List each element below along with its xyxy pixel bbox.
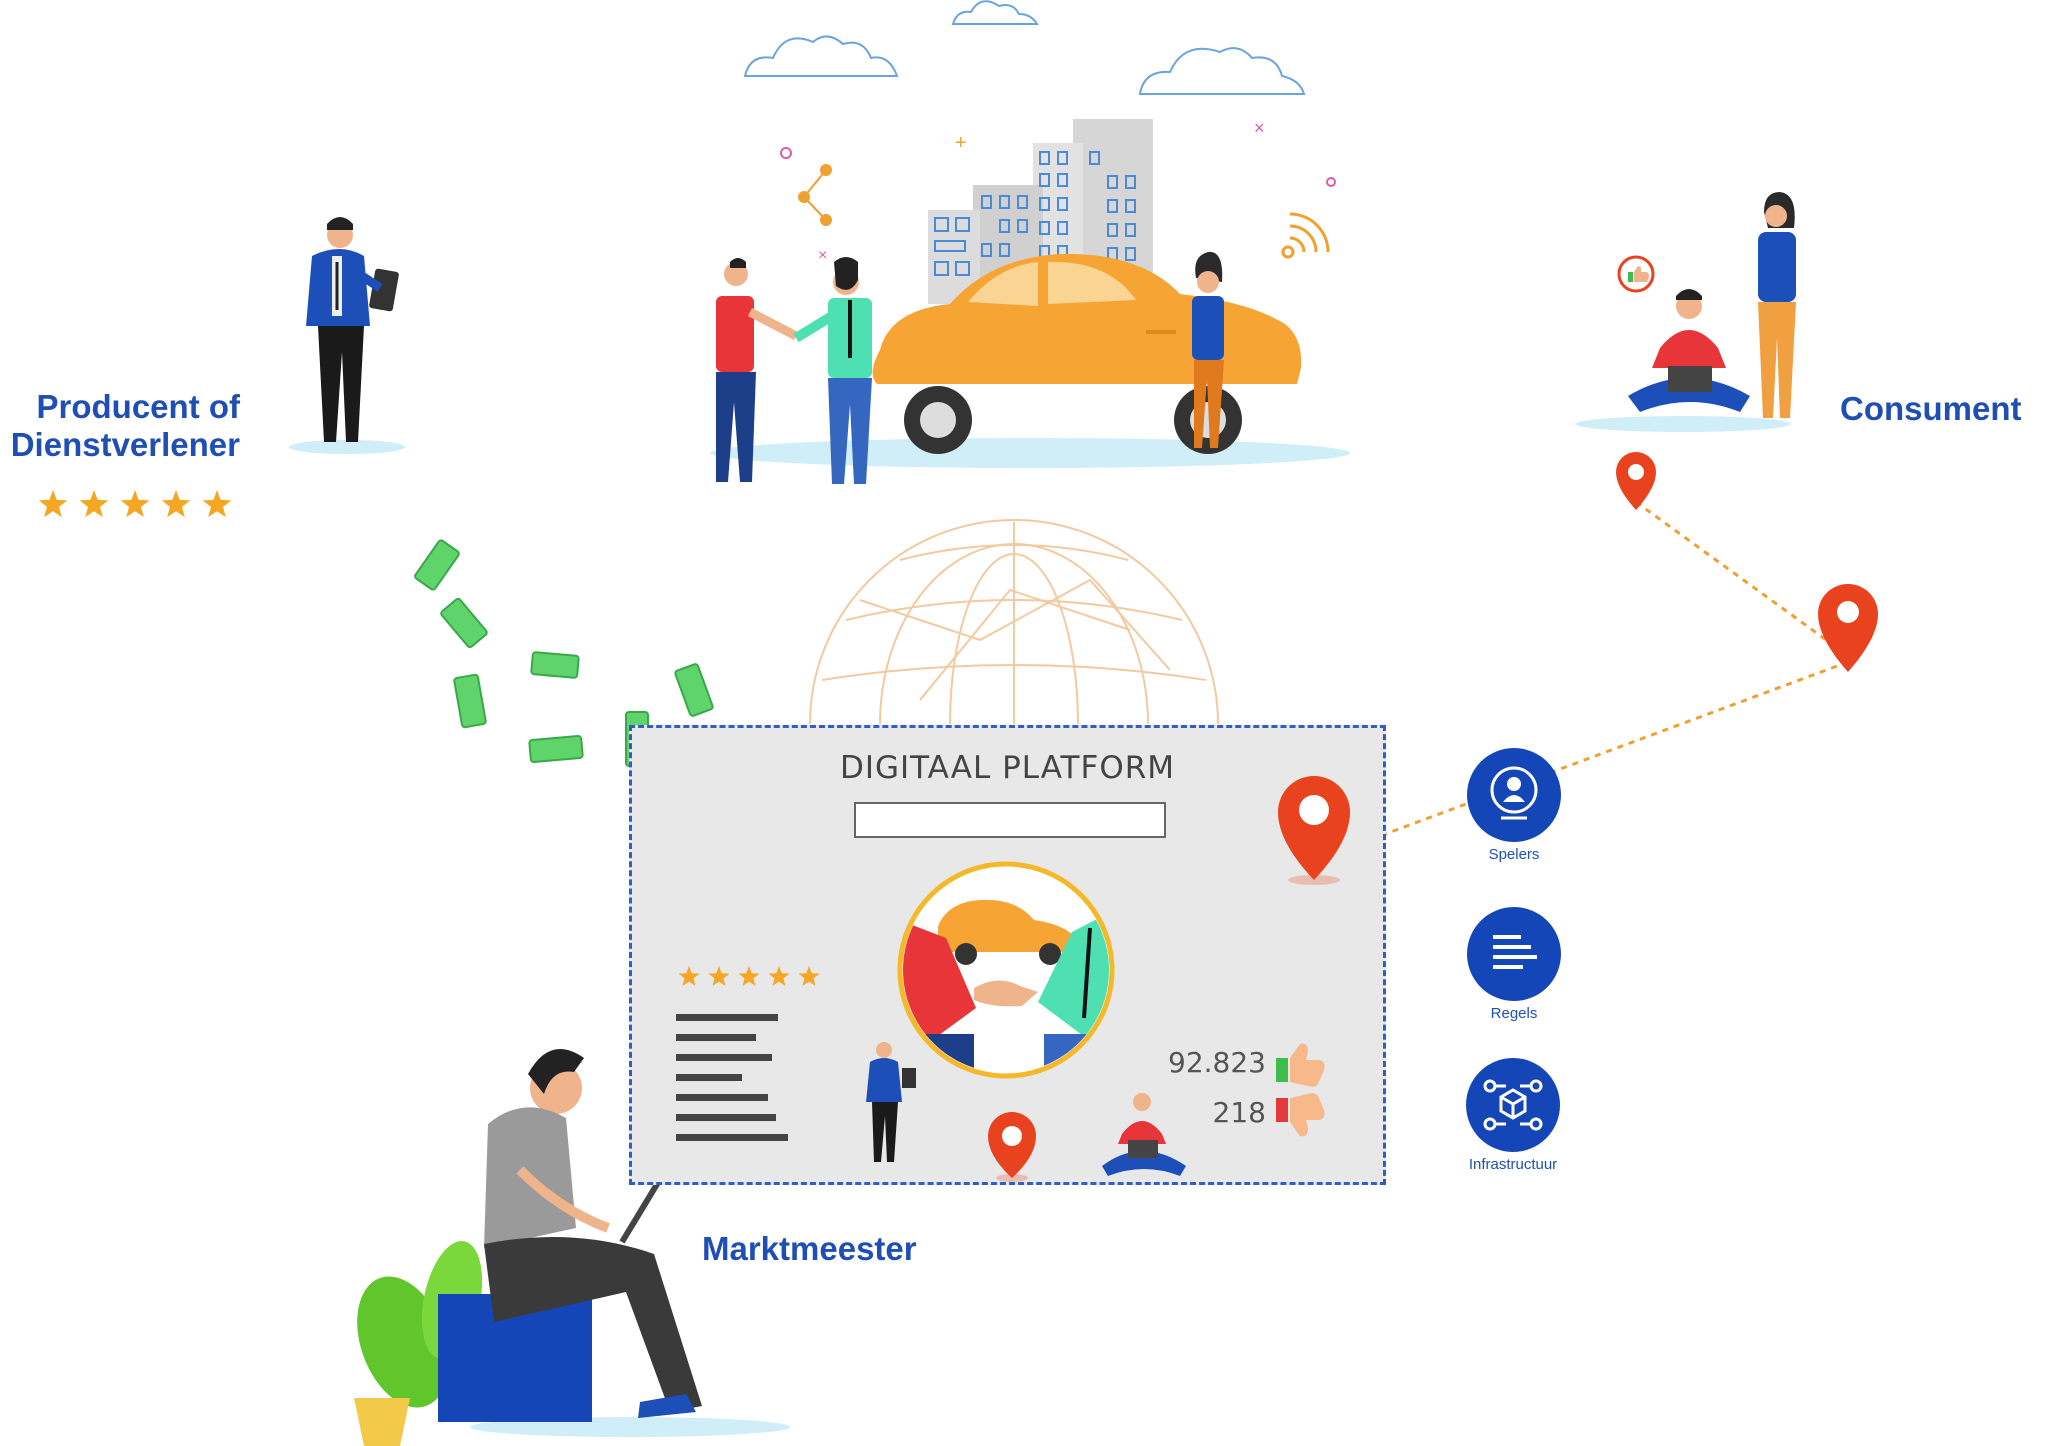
rules-icon (1493, 935, 1537, 969)
producer-mini-figure (866, 1042, 916, 1162)
pillar-button-regels[interactable] (1467, 907, 1561, 1001)
star-icon (38, 490, 68, 518)
star-icon (161, 490, 191, 518)
scene-illustration: + × × (289, 0, 1878, 1446)
star-icon (738, 966, 760, 986)
star-icon (708, 966, 730, 986)
location-pin-icon (1278, 776, 1350, 885)
star-icon (120, 490, 150, 518)
platform-panel: DIGITAAL PLATFORM 92.823 218 (629, 725, 1386, 1185)
producer-label-line2: Dienstverlener (10, 425, 240, 463)
cloud (1138, 47, 1306, 95)
infrastructure-icon (1483, 1079, 1543, 1131)
star-rating (38, 490, 232, 518)
star-rating (678, 966, 820, 986)
text-lines-icon (676, 1014, 788, 1141)
route-line (1309, 500, 1849, 864)
pillar-button-infrastructuur[interactable] (1466, 1058, 1560, 1152)
marketmaster-label: Marktmeester (702, 1230, 917, 1267)
producer-label-line1: Producent of (36, 388, 241, 425)
producer-figure (306, 217, 399, 442)
producer-label: Producent of Dienstverlener (10, 388, 240, 464)
consumer-label: Consument (1840, 390, 2022, 427)
players-icon (1490, 766, 1538, 820)
producer-rating (36, 488, 236, 529)
decor-x: × (818, 247, 827, 264)
pillar-button-spelers[interactable] (1467, 748, 1561, 842)
location-pin-icon (1616, 452, 1656, 510)
star-icon (798, 966, 820, 986)
cloud (951, 0, 1039, 25)
ground-shadow (1575, 416, 1791, 432)
platform-title: DIGITAAL PLATFORM (839, 750, 1176, 786)
star-icon (202, 490, 232, 518)
ground-shadow (289, 440, 405, 454)
platform-economy-diagram: + × × Producent of Dienstverlener Consum… (0, 0, 2048, 1446)
decor-x: × (1254, 118, 1265, 138)
pillar-label-infrastructuur: Infrastructuur (1468, 1156, 1558, 1173)
dislikes-count: 218 (1212, 1096, 1266, 1129)
thumbs-up-icon[interactable] (1272, 1040, 1328, 1088)
location-pin-icon (1818, 584, 1878, 672)
star-icon (678, 966, 700, 986)
location-pin-icon (988, 1112, 1036, 1182)
thumbs-down-icon[interactable] (1272, 1092, 1328, 1140)
share-icon (798, 164, 832, 226)
decor-plus: + (955, 132, 967, 154)
wifi-icon (1281, 212, 1330, 259)
likes-count: 92.823 (1168, 1046, 1266, 1079)
pillar-label-regels: Regels (1490, 1005, 1538, 1022)
pillar-label-spelers: Spelers (1488, 846, 1540, 863)
star-icon (768, 966, 790, 986)
globe-network (809, 519, 1219, 725)
decor-dot (780, 147, 792, 159)
ground-shadow (710, 438, 1350, 468)
cloud (743, 35, 899, 77)
clouds (743, 0, 1306, 95)
search-input[interactable] (854, 802, 1166, 838)
star-icon (79, 490, 109, 518)
consumer-figures (1617, 192, 1796, 418)
decor-dot (1326, 177, 1336, 187)
